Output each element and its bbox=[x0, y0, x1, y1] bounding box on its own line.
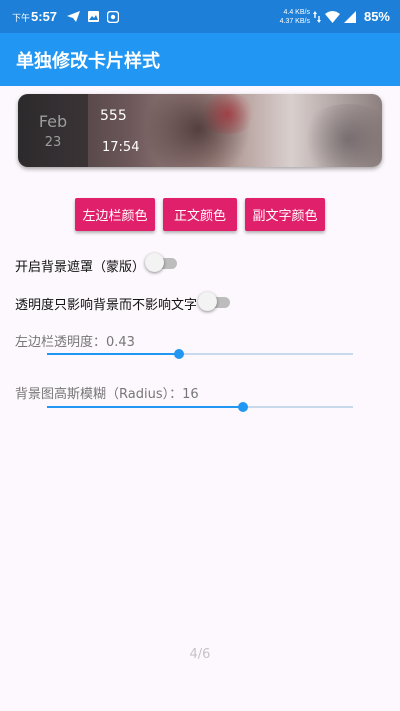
card-month: Feb bbox=[38, 111, 68, 131]
battery-percent: 85% bbox=[363, 9, 390, 24]
toggle-thumb bbox=[145, 253, 164, 272]
card-left-panel: Feb 23 bbox=[18, 94, 88, 167]
status-bar: 下午 5:57 4.4 KB/s 4.37 KB/s 85% bbox=[0, 0, 400, 33]
body-color-button[interactable]: 正文颜色 bbox=[163, 198, 237, 231]
speed-up: 4.4 KB/s bbox=[283, 8, 310, 16]
app-icon bbox=[107, 10, 120, 23]
send-icon bbox=[67, 11, 81, 22]
slider-knob[interactable] bbox=[237, 402, 248, 412]
slider-fill bbox=[47, 353, 179, 355]
slider-fill bbox=[47, 406, 243, 408]
card-time: 17:54 bbox=[102, 140, 140, 155]
background-mask-label: 开启背景遮罩（蒙版） bbox=[15, 260, 146, 275]
status-time-prefix: 下午 bbox=[12, 13, 31, 23]
app-bar: 单独修改卡片样式 bbox=[0, 33, 400, 86]
preview-card[interactable]: Feb 23 555 17:54 bbox=[18, 94, 382, 167]
card-background-accent bbox=[198, 94, 258, 134]
card-background-shade bbox=[298, 104, 382, 167]
data-arrows-icon bbox=[312, 10, 321, 23]
toggle-thumb bbox=[198, 292, 217, 311]
network-speed: 4.4 KB/s 4.37 KB/s bbox=[280, 8, 310, 26]
opacity-bg-only-label: 透明度只影响背景而不影响文字 bbox=[15, 298, 198, 313]
background-mask-toggle[interactable] bbox=[145, 253, 179, 273]
page-indicator: 4/6 bbox=[189, 647, 211, 662]
speed-down: 4.37 KB/s bbox=[279, 17, 310, 25]
opacity-bg-only-toggle[interactable] bbox=[198, 292, 232, 312]
card-title: 555 bbox=[100, 108, 127, 124]
status-time-value: 5:57 bbox=[31, 9, 58, 24]
blur-radius-slider[interactable] bbox=[47, 399, 353, 415]
left-color-button[interactable]: 左边栏颜色 bbox=[75, 198, 155, 231]
card-day: 23 bbox=[44, 134, 62, 150]
subtext-color-button[interactable]: 副文字颜色 bbox=[245, 198, 325, 231]
signal-icon bbox=[343, 10, 356, 23]
image-icon bbox=[88, 11, 100, 22]
slider-knob[interactable] bbox=[173, 349, 184, 359]
left-opacity-slider[interactable] bbox=[47, 346, 353, 362]
page-title: 单独修改卡片样式 bbox=[16, 50, 160, 72]
status-time: 下午 5:57 bbox=[12, 9, 57, 24]
wifi-icon bbox=[324, 10, 340, 23]
